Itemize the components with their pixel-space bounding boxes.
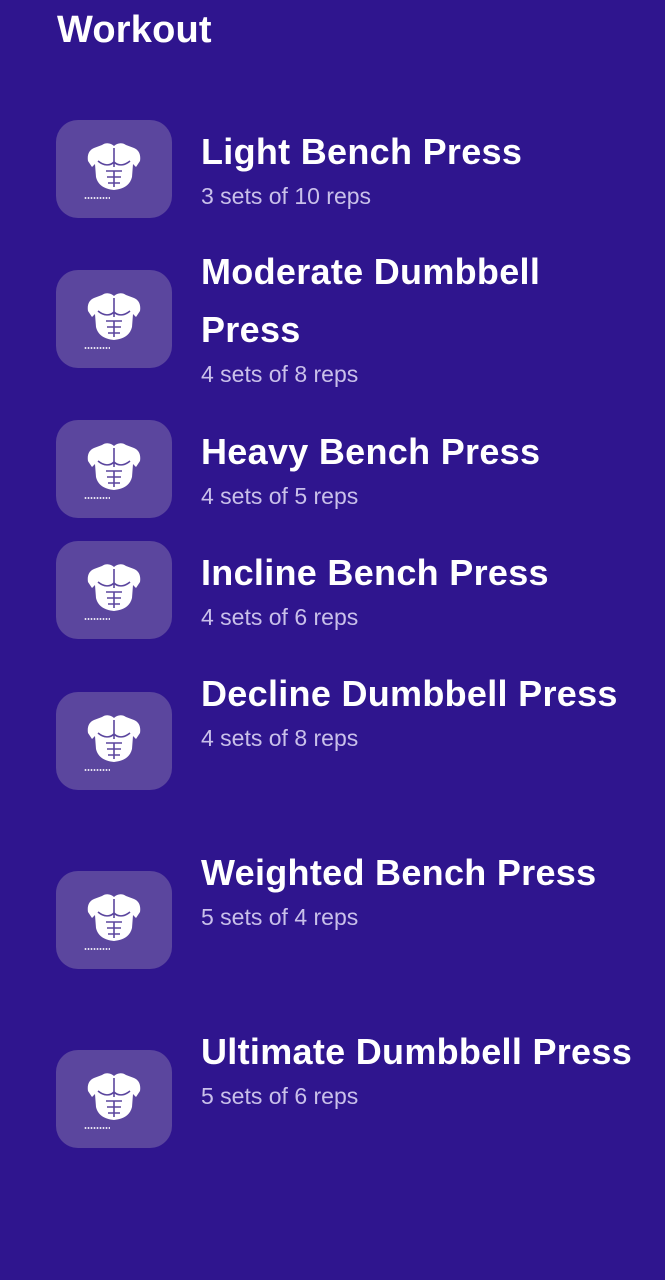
exercise-text: Light Bench Press 3 sets of 10 reps bbox=[201, 123, 636, 211]
exercise-detail: 4 sets of 8 reps bbox=[201, 725, 359, 751]
exercise-detail: 4 sets of 5 reps bbox=[201, 483, 359, 509]
exercise-name: Incline Bench Press bbox=[201, 552, 549, 593]
chest-muscle-icon bbox=[87, 894, 141, 941]
exercise-thumbnail bbox=[56, 420, 172, 518]
chest-muscle-icon bbox=[87, 143, 141, 190]
thumbnail-caption bbox=[84, 496, 110, 500]
thumbnail-caption bbox=[84, 346, 110, 350]
exercise-detail: 4 sets of 6 reps bbox=[201, 604, 359, 630]
chest-muscle-icon bbox=[87, 443, 141, 490]
chest-muscle-icon bbox=[87, 715, 141, 762]
exercise-text: Moderate Dumbbell Press 4 sets of 8 reps bbox=[201, 243, 636, 389]
thumbnail-caption bbox=[84, 768, 110, 772]
thumbnail-caption bbox=[84, 947, 110, 951]
thumbnail-caption bbox=[84, 617, 110, 621]
exercise-list: Light Bench Press 3 sets of 10 reps Mode… bbox=[0, 0, 665, 1280]
exercise-name: Decline Dumbbell Press bbox=[201, 673, 618, 714]
thumbnail-caption bbox=[84, 1126, 110, 1130]
exercise-name: Light Bench Press bbox=[201, 131, 523, 172]
exercise-name: Heavy Bench Press bbox=[201, 431, 541, 472]
exercise-detail: 4 sets of 8 reps bbox=[201, 361, 359, 387]
exercise-text: Heavy Bench Press 4 sets of 5 reps bbox=[201, 423, 636, 511]
exercise-detail: 3 sets of 10 reps bbox=[201, 183, 372, 209]
exercise-name: Ultimate Dumbbell Press bbox=[201, 1031, 633, 1072]
exercise-detail: 5 sets of 6 reps bbox=[201, 1083, 359, 1109]
exercise-name: Moderate Dumbbell Press bbox=[201, 251, 541, 350]
exercise-thumbnail bbox=[56, 120, 172, 218]
exercise-thumbnail bbox=[56, 871, 172, 969]
chest-muscle-icon bbox=[87, 293, 141, 340]
exercise-thumbnail bbox=[56, 270, 172, 368]
exercise-thumbnail bbox=[56, 1050, 172, 1148]
exercise-thumbnail bbox=[56, 541, 172, 639]
thumbnail-caption bbox=[84, 196, 110, 200]
exercise-name: Weighted Bench Press bbox=[201, 852, 597, 893]
exercise-text: Incline Bench Press 4 sets of 6 reps bbox=[201, 544, 636, 632]
exercise-text: Ultimate Dumbbell Press 5 sets of 6 reps bbox=[201, 1023, 636, 1111]
chest-muscle-icon bbox=[87, 564, 141, 611]
chest-muscle-icon bbox=[87, 1073, 141, 1120]
exercise-text: Weighted Bench Press 5 sets of 4 reps bbox=[201, 844, 636, 932]
exercise-detail: 5 sets of 4 reps bbox=[201, 904, 359, 930]
exercise-text: Decline Dumbbell Press 4 sets of 8 reps bbox=[201, 665, 636, 753]
exercise-thumbnail bbox=[56, 692, 172, 790]
